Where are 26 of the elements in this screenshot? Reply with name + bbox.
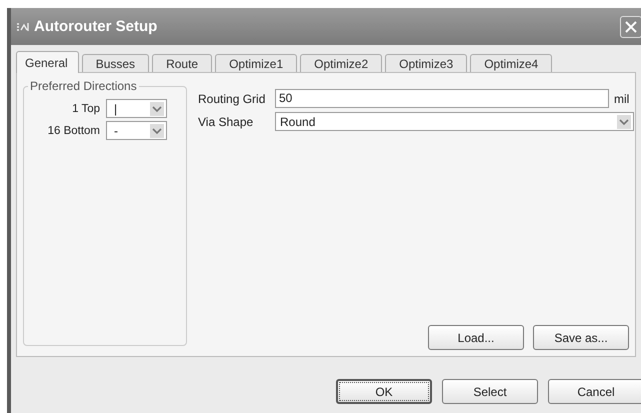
dialog-button[interactable]: OK [336, 379, 432, 404]
tab[interactable]: Optimize4 [470, 54, 552, 73]
tab[interactable]: Optimize3 [385, 54, 468, 73]
field-label: Routing Grid [198, 92, 266, 106]
close-icon [625, 20, 637, 32]
layer-label: 16 Bottom [46, 124, 100, 136]
direction-dropdown[interactable]: | [106, 99, 167, 118]
tab[interactable]: Optimize1 [215, 54, 298, 73]
app-icon [16, 22, 30, 32]
routing-grid-field[interactable]: 50 [275, 89, 609, 108]
field-label: Via Shape [198, 114, 254, 128]
group-title: Preferred Directions [29, 79, 138, 93]
unit-label: mil [614, 92, 630, 106]
tab[interactable]: Route [152, 54, 212, 73]
close-button[interactable] [620, 16, 641, 38]
dialog-button[interactable]: Select [442, 379, 538, 404]
dialog-button[interactable]: Cancel [548, 379, 641, 404]
tab[interactable]: Busses [82, 54, 150, 73]
tab[interactable]: Optimize2 [300, 54, 382, 73]
window-title: Autorouter Setup [34, 18, 158, 35]
panel-button[interactable]: Load... [428, 325, 524, 350]
layer-label: 1 Top [71, 102, 100, 114]
direction-dropdown[interactable]: - [106, 121, 167, 140]
via-shape-dropdown[interactable]: Round [275, 112, 634, 131]
tab[interactable]: General [16, 51, 79, 73]
panel-button[interactable]: Save as... [533, 325, 629, 350]
